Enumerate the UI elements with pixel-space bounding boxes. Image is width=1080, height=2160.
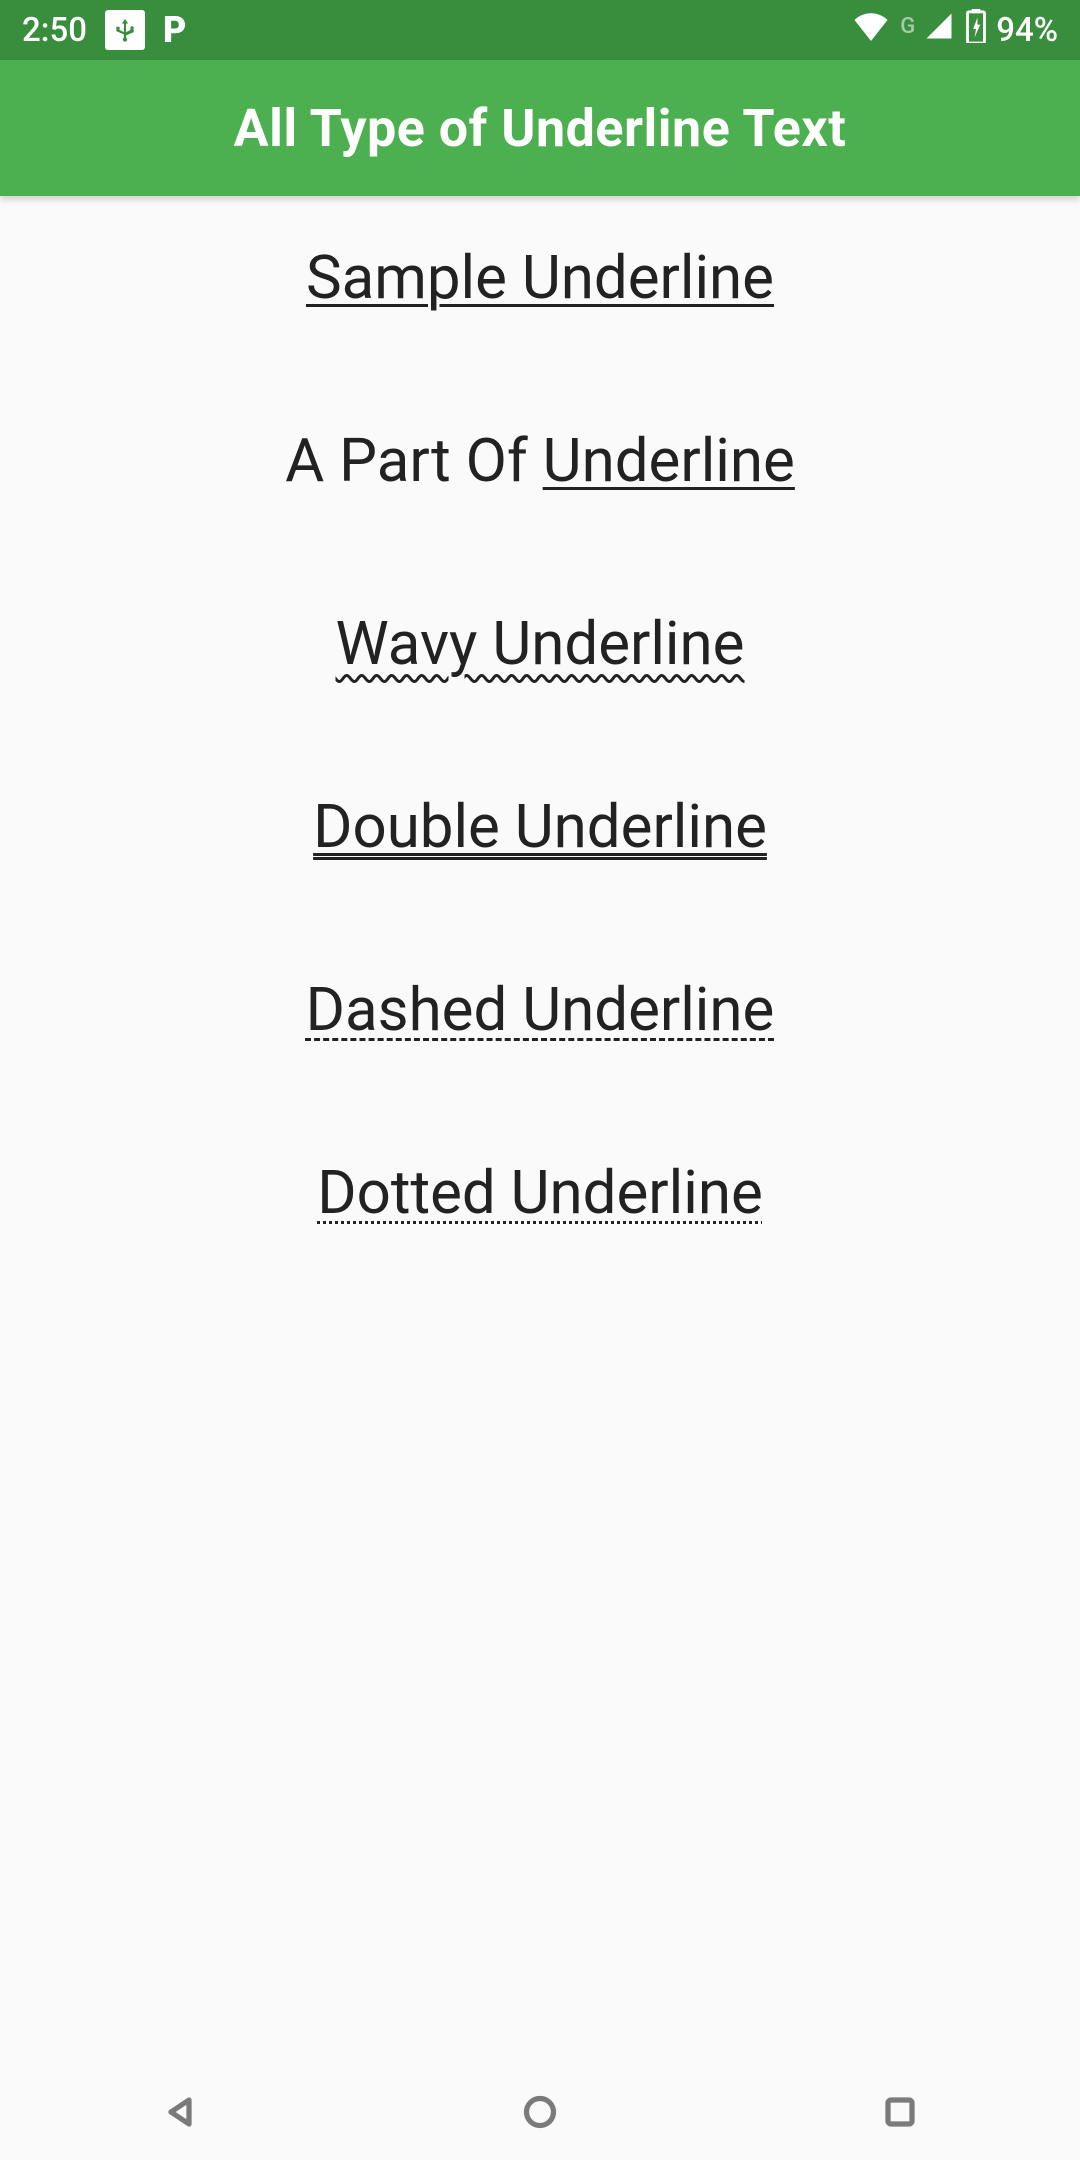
sample-underline-span: Sample Underline: [306, 242, 774, 313]
partial-prefix: A Part Of: [285, 425, 543, 496]
dotted-underline-text: Dotted Underline: [317, 1157, 763, 1229]
partial-underlined-word: Underline: [543, 425, 795, 496]
cellular-icon: [922, 11, 956, 50]
nav-back-button[interactable]: [80, 2094, 280, 2130]
p-icon: P: [163, 9, 186, 51]
status-left: 2:50 P: [22, 9, 186, 51]
wifi-icon: [852, 11, 890, 50]
content: Sample Underline A Part Of Underline Wav…: [0, 196, 1080, 1340]
sample-underline-text: Sample Underline: [306, 242, 774, 314]
partial-underline-text: A Part Of Underline: [285, 425, 795, 497]
dashed-underline-span: Dashed Underline: [306, 974, 775, 1045]
navigation-bar: [0, 2064, 1080, 2160]
status-bar: 2:50 P G 94%: [0, 0, 1080, 60]
app-bar: All Type of Underline Text: [0, 60, 1080, 196]
battery-charging-icon: [966, 9, 986, 52]
status-time: 2:50: [22, 11, 87, 50]
dotted-underline-span: Dotted Underline: [317, 1157, 763, 1228]
usb-icon: [105, 10, 145, 50]
status-right: G 94%: [852, 9, 1058, 52]
nav-recent-button[interactable]: [800, 2094, 1000, 2130]
nav-home-button[interactable]: [440, 2094, 640, 2130]
app-bar-title: All Type of Underline Text: [234, 98, 847, 159]
double-underline-text: Double Underline: [313, 791, 767, 863]
double-underline-span: Double Underline: [313, 791, 767, 862]
battery-percent: 94%: [996, 11, 1058, 50]
wavy-underline-span: Wavy Underline: [336, 608, 745, 679]
dashed-underline-text: Dashed Underline: [306, 974, 775, 1046]
network-type-label: G: [900, 14, 915, 39]
wavy-underline-text: Wavy Underline: [336, 608, 745, 680]
